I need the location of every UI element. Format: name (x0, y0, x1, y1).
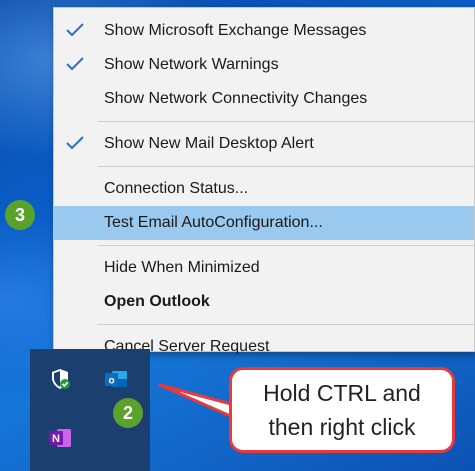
instruction-callout: Hold CTRL and then right click (229, 367, 455, 453)
callout-line-1: Hold CTRL and (263, 380, 421, 406)
callout-line-2: then right click (268, 414, 416, 440)
